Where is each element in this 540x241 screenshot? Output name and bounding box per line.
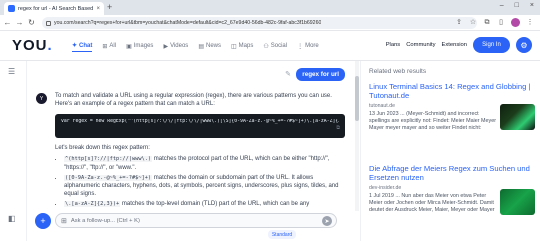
user-query-bubble: regex for url — [296, 68, 345, 81]
plans-link[interactable]: Plans — [386, 42, 401, 48]
result-title[interactable]: Die Abfrage der Meiers Regex zum Suchen … — [369, 164, 537, 183]
category-tabs: ✦ Chat ⊞ All ▣ Images ▶ Videos ▤ News ◫ Maps ⚇… — [72, 40, 319, 52]
header-actions: Plans Community Extension Sign In ⚙ — [386, 37, 532, 53]
tab-chat[interactable]: ✦ Chat — [72, 40, 93, 52]
tab-close-icon[interactable]: × — [96, 6, 100, 12]
you-favicon-icon — [8, 5, 15, 12]
minimize-button[interactable]: – — [500, 2, 504, 9]
result-thumbnail[interactable] — [500, 189, 535, 215]
sidebar-toggle-icon[interactable]: ◧ — [8, 214, 16, 223]
chat-scrollbar[interactable] — [355, 61, 359, 211]
tab-all[interactable]: ⊞ All — [102, 40, 116, 52]
tab-label: Maps — [238, 43, 254, 49]
send-icon[interactable]: ➤ — [322, 216, 332, 226]
browser-tab-bar: regex for url - AI Search Based C × + – … — [0, 0, 540, 15]
tab-label: Social — [270, 43, 288, 49]
video-icon: ▶ — [163, 43, 169, 50]
tab-more[interactable]: ⋮ More — [297, 40, 319, 52]
tab-images[interactable]: ▣ Images — [126, 40, 153, 52]
menu-dots-icon[interactable]: ⋮ — [526, 19, 534, 27]
pattern-text: matches the top-level domain (TLD) part … — [120, 201, 310, 208]
code-line: var regex = new RegExp("^(http[s]?:\/\/|… — [61, 118, 339, 124]
profile-avatar[interactable] — [511, 18, 520, 27]
related-results-panel: Related web results Linux Terminal Basic… — [360, 61, 540, 241]
image-icon: ▣ — [126, 43, 132, 50]
tab-label: News — [205, 43, 221, 49]
copy-code-icon[interactable]: ⧉ — [336, 125, 340, 131]
tab-label: More — [305, 43, 319, 49]
sign-in-button[interactable]: Sign In — [473, 37, 510, 53]
sidebar-icon[interactable]: ▯ — [497, 19, 505, 27]
list-item: ^(http[s]?://|ftp://|www\.) matches the … — [64, 155, 345, 172]
close-window-button[interactable]: × — [530, 2, 534, 9]
related-results-title: Related web results — [369, 68, 427, 75]
answer-intro: To match and validate a URL using a regu… — [55, 93, 332, 108]
assistant-avatar: Y — [36, 93, 47, 104]
tab-social[interactable]: ⚇ Social — [263, 40, 287, 52]
map-icon: ◫ — [231, 43, 237, 50]
logo-dot: . — [47, 37, 53, 54]
pattern-code: ([0-9A-Za-z.-@~%_+=-?#$~]+) — [64, 174, 153, 181]
result-card[interactable]: Die Abfrage der Meiers Regex zum Suchen … — [369, 164, 537, 215]
result-snippet: 13 Jun 2023 ... (Meyer-Schmidt) and inco… — [369, 110, 497, 132]
new-tab-button[interactable]: + — [107, 2, 112, 13]
list-item: ([0-9A-Za-z.-@~%_+=-?#$~]+) matches the … — [64, 174, 345, 199]
tab-news[interactable]: ▤ News — [198, 40, 221, 52]
window-controls: – □ × — [500, 2, 534, 9]
maximize-button[interactable]: □ — [515, 2, 519, 9]
browser-tools: ⇪ ☆ ⧉ ▯ ⋮ — [455, 18, 534, 27]
community-link[interactable]: Community — [406, 42, 435, 48]
list-item: \.[a-zA-Z]{2,3})+ matches the top-level … — [64, 200, 345, 208]
mode-badge[interactable]: Standard — [268, 230, 296, 239]
tab-label: Videos — [170, 43, 189, 49]
tab-label: All — [109, 43, 117, 49]
history-icon[interactable]: ☰ — [8, 67, 15, 76]
logo-text: YOU — [12, 37, 48, 54]
tab-title: regex for url - AI Search Based C — [18, 5, 94, 12]
breakdown-list: ^(http[s]?://|ftp://|www\.) matches the … — [55, 155, 345, 208]
tab-label: Images — [133, 43, 154, 49]
share-icon[interactable]: ⇪ — [455, 19, 463, 27]
address-bar[interactable]: you.com/search?q=regex+for+url&tbm=youch… — [42, 17, 477, 29]
result-card[interactable]: Linux Terminal Basics 14: Regex and Glob… — [369, 82, 537, 133]
result-thumbnail[interactable] — [500, 104, 535, 130]
pattern-code: ^(http[s]?://|ftp://|www\.) — [64, 156, 153, 163]
scroll-thumb[interactable] — [355, 76, 359, 121]
reload-icon[interactable]: ↻ — [27, 18, 36, 27]
pattern-code: \.[a-zA-Z]{2,3})+ — [64, 201, 121, 208]
back-icon[interactable]: ← — [3, 18, 12, 27]
chat-icon: ✦ — [72, 43, 78, 49]
tab-maps[interactable]: ◫ Maps — [231, 40, 253, 52]
chat-area: ✎ regex for url Y To match and validate … — [28, 61, 355, 211]
forward-icon[interactable]: → — [15, 18, 24, 27]
tab-videos[interactable]: ▶ Videos — [163, 40, 188, 52]
lock-icon — [46, 20, 51, 26]
you-logo[interactable]: YOU. — [12, 37, 53, 54]
edit-query-icon[interactable]: ✎ — [285, 70, 291, 78]
browser-toolbar: ← → ↻ you.com/search?q=regex+for+url&tbm… — [0, 15, 540, 31]
code-block: var regex = new RegExp("^(http[s]?:\/\/|… — [55, 113, 345, 138]
more-icon: ⋮ — [297, 43, 304, 50]
site-header: YOU. ✦ Chat ⊞ All ▣ Images ▶ Videos ▤ News ◫ M… — [0, 31, 540, 61]
social-icon: ⚇ — [263, 43, 269, 50]
follow-up-bar: + ⊞ Ask a follow-up... (Ctrl + K) ➤ Stan… — [28, 211, 360, 241]
query-text: regex for url — [302, 71, 339, 78]
input-placeholder: Ask a follow-up... (Ctrl + K) — [70, 217, 140, 224]
news-icon: ▤ — [198, 43, 204, 50]
attach-icon[interactable]: ⊞ — [61, 217, 67, 225]
assistant-answer: To match and validate a URL using a regu… — [55, 92, 345, 210]
follow-up-input[interactable]: ⊞ Ask a follow-up... (Ctrl + K) ➤ — [55, 213, 337, 228]
tab-label: Chat — [79, 42, 93, 49]
bookmark-star-icon[interactable]: ☆ — [469, 19, 477, 27]
browser-tab[interactable]: regex for url - AI Search Based C × — [4, 2, 104, 15]
breakdown-intro: Let's break down this regex pattern: — [55, 144, 150, 151]
extensions-icon[interactable]: ⧉ — [483, 19, 491, 27]
result-title[interactable]: Linux Terminal Basics 14: Regex and Glob… — [369, 82, 537, 101]
grid-icon: ⊞ — [102, 43, 108, 50]
settings-gear-icon[interactable]: ⚙ — [516, 37, 532, 53]
new-chat-button[interactable]: + — [35, 213, 51, 229]
extension-link[interactable]: Extension — [442, 42, 467, 48]
url-text: you.com/search?q=regex+for+url&tbm=youch… — [54, 20, 322, 26]
result-snippet: 1 Jul 2019 ... Nun aber das Meier von et… — [369, 192, 495, 214]
